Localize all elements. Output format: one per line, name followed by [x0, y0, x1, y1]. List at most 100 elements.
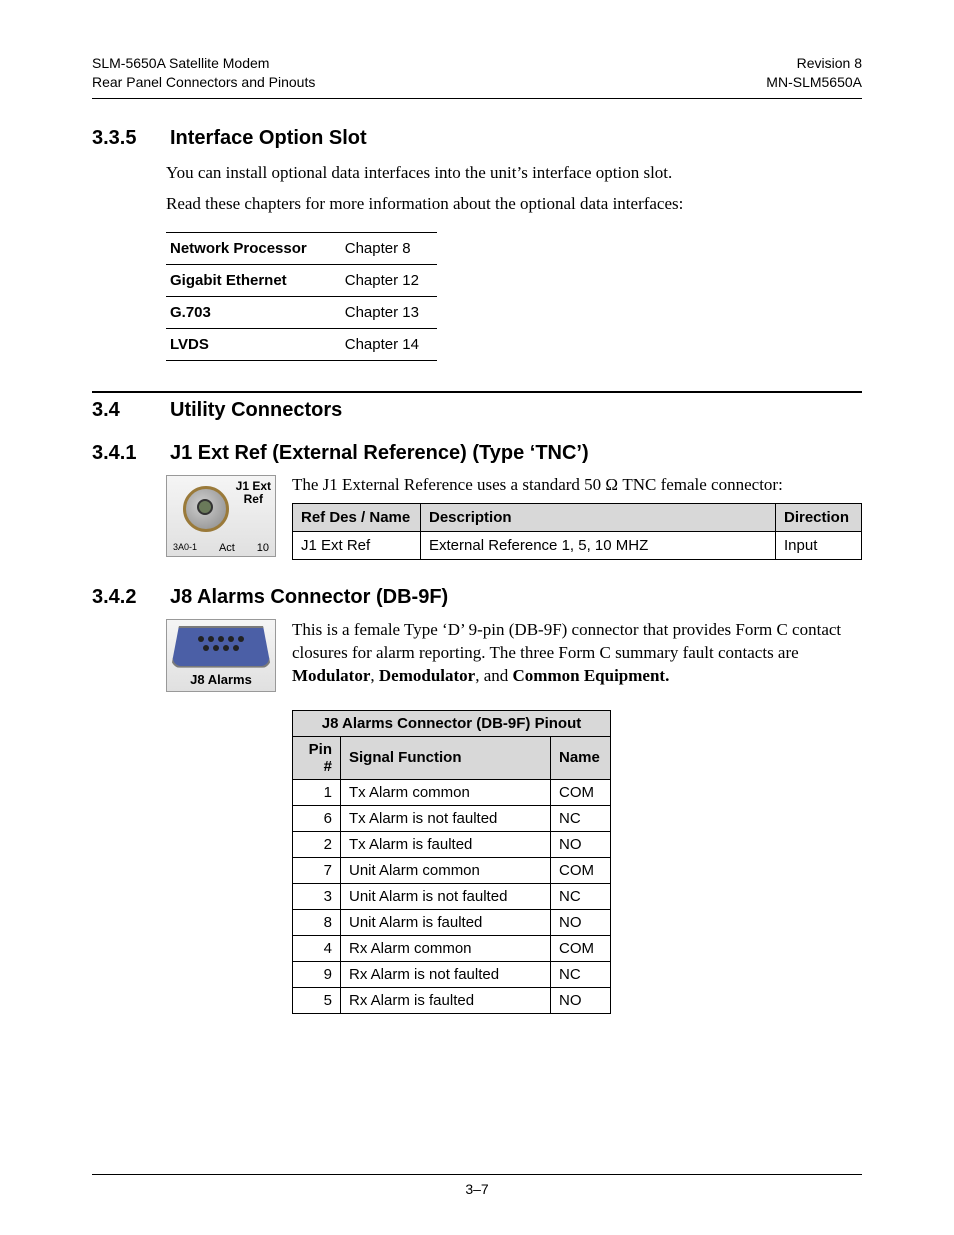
interface-name: G.703 — [166, 296, 341, 328]
img-caption-j8: J8 Alarms — [171, 672, 271, 687]
heading-number: 3.3.5 — [92, 127, 150, 150]
cell-pin: 7 — [293, 857, 341, 883]
table-row: 5Rx Alarm is faultedNO — [293, 987, 611, 1013]
cell-name: NO — [551, 909, 611, 935]
para-install-interfaces: You can install optional data interfaces… — [166, 162, 862, 185]
table-row: LVDS Chapter 14 — [166, 328, 437, 360]
page-footer: 3–7 — [92, 1174, 862, 1197]
heading-number: 3.4.2 — [92, 586, 150, 609]
chapter-reference-table: Network Processor Chapter 8 Gigabit Ethe… — [166, 232, 437, 361]
interface-name: Gigabit Ethernet — [166, 264, 341, 296]
cell-pin: 3 — [293, 883, 341, 909]
header-section: Rear Panel Connectors and Pinouts — [92, 73, 315, 92]
img-label-10: 10 — [257, 542, 269, 554]
cell-description: External Reference 1, 5, 10 MHZ — [421, 531, 776, 559]
col-description: Description — [421, 503, 776, 531]
cell-name: COM — [551, 935, 611, 961]
tnc-connector-image: J1 Ext Ref 3A0-1 Act 10 — [166, 475, 276, 557]
cell-pin: 4 — [293, 935, 341, 961]
db9-pins-row2-icon — [173, 642, 269, 651]
header-rule — [92, 98, 862, 99]
cell-name: NC — [551, 805, 611, 831]
chapter-ref: Chapter 13 — [341, 296, 437, 328]
heading-3-4-2: 3.4.2 J8 Alarms Connector (DB-9F) — [92, 586, 862, 609]
j8-pinout-table: J8 Alarms Connector (DB-9F) Pinout Pin #… — [292, 710, 611, 1014]
cell-signal: Unit Alarm common — [341, 857, 551, 883]
cell-signal: Tx Alarm is not faulted — [341, 805, 551, 831]
col-pin: Pin # — [293, 736, 341, 779]
table-row: 4Rx Alarm commonCOM — [293, 935, 611, 961]
cell-direction: Input — [776, 531, 862, 559]
interface-name: Network Processor — [166, 232, 341, 264]
cell-signal: Tx Alarm is faulted — [341, 831, 551, 857]
cell-signal: Tx Alarm common — [341, 779, 551, 805]
db9-pins-row1-icon — [173, 628, 269, 642]
para-j8-lead: This is a female Type ‘D’ 9-pin (DB-9F) … — [292, 620, 841, 662]
col-refdes: Ref Des / Name — [293, 503, 421, 531]
table-row: 3Unit Alarm is not faultedNC — [293, 883, 611, 909]
running-header: SLM-5650A Satellite Modem Rear Panel Con… — [92, 54, 862, 92]
heading-3-3-5: 3.3.5 Interface Option Slot — [92, 127, 862, 150]
cell-signal: Unit Alarm is not faulted — [341, 883, 551, 909]
tnc-pin-icon — [197, 499, 213, 515]
page-number: 3–7 — [465, 1181, 488, 1197]
header-product: SLM-5650A Satellite Modem — [92, 54, 315, 73]
footer-rule — [92, 1174, 862, 1175]
heading-title: Utility Connectors — [170, 399, 342, 422]
col-direction: Direction — [776, 503, 862, 531]
cell-name: COM — [551, 857, 611, 883]
table-row: G.703 Chapter 13 — [166, 296, 437, 328]
cell-pin: 6 — [293, 805, 341, 831]
cell-name: NO — [551, 987, 611, 1013]
cell-refdes: J1 Ext Ref — [293, 531, 421, 559]
cell-signal: Rx Alarm is faulted — [341, 987, 551, 1013]
sep: , and — [475, 666, 512, 685]
table-row: 8Unit Alarm is faultedNO — [293, 909, 611, 935]
heading-3-4-1: 3.4.1 J1 Ext Ref (External Reference) (T… — [92, 442, 862, 465]
para-j1-lead: The J1 External Reference uses a standar… — [292, 475, 862, 495]
table-row: 6Tx Alarm is not faultedNC — [293, 805, 611, 831]
chapter-ref: Chapter 8 — [341, 232, 437, 264]
col-signal: Signal Function — [341, 736, 551, 779]
img-label-act: Act — [219, 542, 235, 554]
cell-pin: 2 — [293, 831, 341, 857]
heading-number: 3.4.1 — [92, 442, 150, 465]
heading-title: J1 Ext Ref (External Reference) (Type ‘T… — [170, 442, 589, 465]
j1-ext-ref-table: Ref Des / Name Description Direction J1 … — [292, 503, 862, 560]
cell-signal: Rx Alarm common — [341, 935, 551, 961]
sep: , — [370, 666, 379, 685]
img-label-corner: 3A0-1 — [173, 542, 197, 554]
table-row: Network Processor Chapter 8 — [166, 232, 437, 264]
table-row: Gigabit Ethernet Chapter 12 — [166, 264, 437, 296]
heading-title: Interface Option Slot — [170, 127, 367, 150]
chapter-ref: Chapter 12 — [341, 264, 437, 296]
interface-name: LVDS — [166, 328, 341, 360]
cell-signal: Unit Alarm is faulted — [341, 909, 551, 935]
bold-modulator: Modulator — [292, 666, 370, 685]
header-revision: Revision 8 — [766, 54, 862, 73]
table-row: 2Tx Alarm is faultedNO — [293, 831, 611, 857]
cell-pin: 8 — [293, 909, 341, 935]
img-label-ref: Ref — [236, 493, 271, 506]
table-row: J1 Ext Ref External Reference 1, 5, 10 M… — [293, 531, 862, 559]
db9-connector-image: J8 Alarms — [166, 619, 276, 692]
heading-3-4: 3.4 Utility Connectors — [92, 391, 862, 422]
heading-number: 3.4 — [92, 399, 150, 422]
cell-name: NO — [551, 831, 611, 857]
chapter-ref: Chapter 14 — [341, 328, 437, 360]
bold-demodulator: Demodulator — [379, 666, 475, 685]
cell-name: COM — [551, 779, 611, 805]
header-docnum: MN-SLM5650A — [766, 73, 862, 92]
col-name: Name — [551, 736, 611, 779]
table-title: J8 Alarms Connector (DB-9F) Pinout — [293, 710, 611, 736]
cell-pin: 5 — [293, 987, 341, 1013]
cell-name: NC — [551, 883, 611, 909]
table-row: 9Rx Alarm is not faultedNC — [293, 961, 611, 987]
table-row: 7Unit Alarm commonCOM — [293, 857, 611, 883]
img-label-j1ext: J1 Ext — [236, 480, 271, 493]
cell-signal: Rx Alarm is not faulted — [341, 961, 551, 987]
cell-pin: 9 — [293, 961, 341, 987]
cell-name: NC — [551, 961, 611, 987]
para-read-chapters: Read these chapters for more information… — [166, 193, 862, 216]
heading-title: J8 Alarms Connector (DB-9F) — [170, 586, 448, 609]
